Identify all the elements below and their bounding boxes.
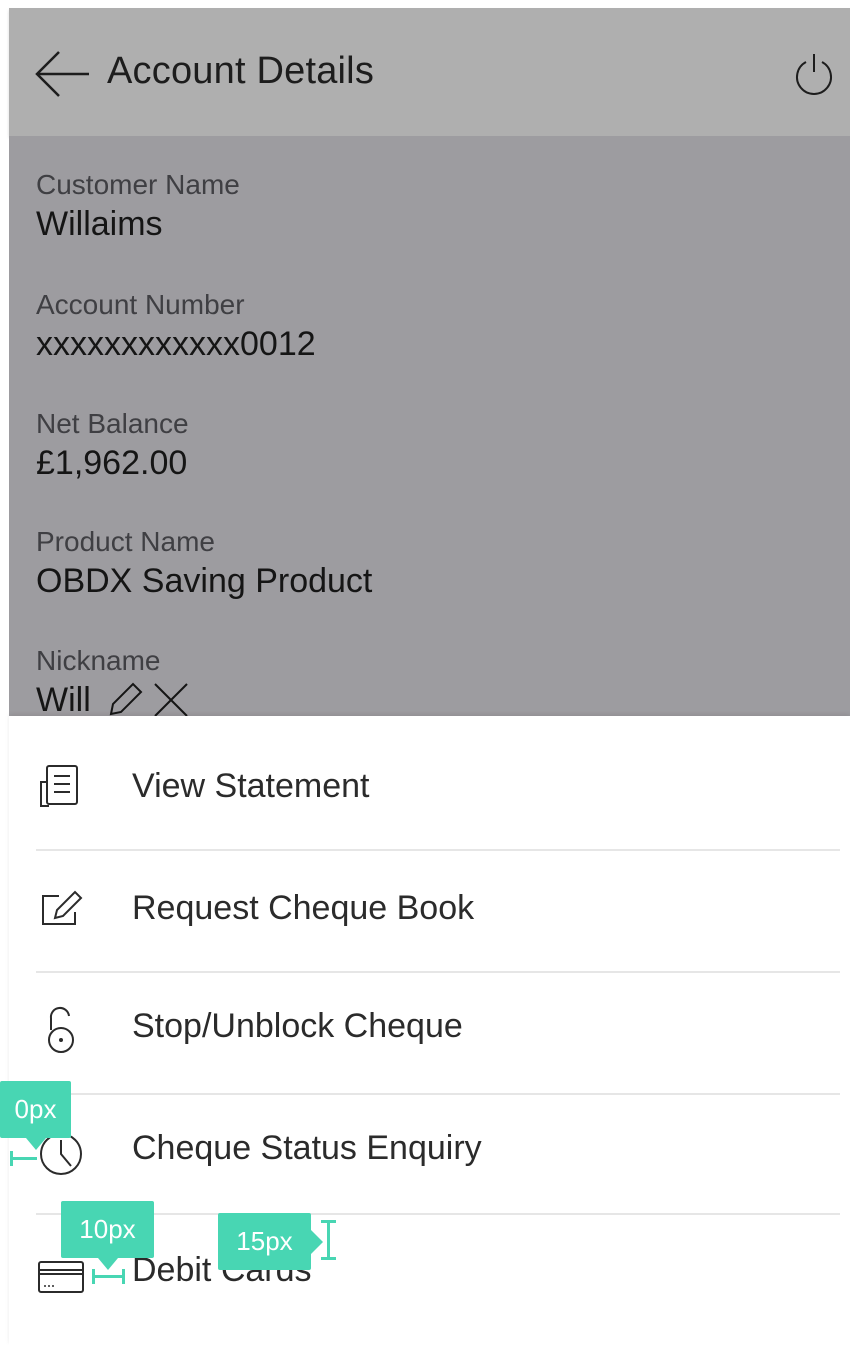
field-value: OBDX Saving Product (36, 562, 373, 600)
power-icon (796, 54, 832, 95)
menu-item-request-cheque-book[interactable]: Request Cheque Book (9, 842, 850, 964)
nickname-field: Nickname Will (36, 644, 193, 722)
spacing-measure-cap (321, 1257, 336, 1260)
spacing-badge-icon-gap: 10px (61, 1201, 154, 1258)
app-header: Account Details (9, 8, 850, 136)
field-label: Net Balance (36, 408, 189, 439)
spacing-measure-cap (10, 1151, 13, 1166)
menu-item-cheque-status-enquiry[interactable]: Cheque Status Enquiry (9, 1086, 850, 1208)
field-value: xxxxxxxxxxxx0012 (36, 325, 316, 363)
net-balance-field: Net Balance £1,962.00 (36, 407, 189, 485)
spacing-measure-line (92, 1275, 124, 1278)
menu-item-label: Request Cheque Book (132, 889, 475, 927)
statement-icon (40, 765, 78, 807)
customer-name-field: Customer Name Willaims (36, 168, 240, 246)
account-details-body: Customer Name Willaims Account Number xx… (9, 136, 850, 719)
unlock-icon (48, 1007, 74, 1053)
back-button[interactable] (33, 44, 93, 104)
product-name-field: Product Name OBDX Saving Product (36, 525, 372, 603)
spacing-measure-cap (321, 1220, 336, 1223)
edit-box-icon (42, 890, 83, 925)
field-value: Willaims (36, 205, 163, 243)
account-number-field: Account Number xxxxxxxxxxxx0012 (36, 288, 316, 366)
menu-item-view-statement[interactable]: View Statement (9, 720, 850, 842)
account-details-screen: Account Details Customer Name Willaims A… (0, 0, 850, 1345)
field-label: Product Name (36, 526, 215, 557)
field-value: £1,962.00 (36, 444, 188, 482)
field-label: Customer Name (36, 169, 240, 200)
menu-item-label: Stop/Unblock Cheque (132, 1007, 463, 1045)
spacing-badge-left-gap: 0px (0, 1081, 71, 1138)
spacing-measure-line (10, 1157, 37, 1160)
menu-item-label: Cheque Status Enquiry (132, 1129, 482, 1167)
menu-item-stop-unblock-cheque[interactable]: Stop/Unblock Cheque (9, 964, 850, 1086)
page-title: Account Details (107, 50, 375, 92)
spacing-badge-tail (98, 1258, 118, 1270)
spacing-badge-text-offset: 15px (218, 1213, 311, 1270)
field-label: Account Number (36, 289, 245, 320)
spacing-badge-tail (26, 1138, 46, 1150)
field-label: Nickname (36, 645, 161, 676)
spacing-measure-cap (122, 1269, 125, 1284)
logout-button[interactable] (792, 50, 836, 98)
spacing-badge-tail (311, 1230, 323, 1254)
spacing-measure-cap (92, 1269, 95, 1284)
arrow-left-icon (35, 51, 89, 97)
screen-edge (0, 0, 9, 1345)
spacing-measure-line (327, 1220, 330, 1260)
menu-item-label: View Statement (132, 767, 370, 805)
